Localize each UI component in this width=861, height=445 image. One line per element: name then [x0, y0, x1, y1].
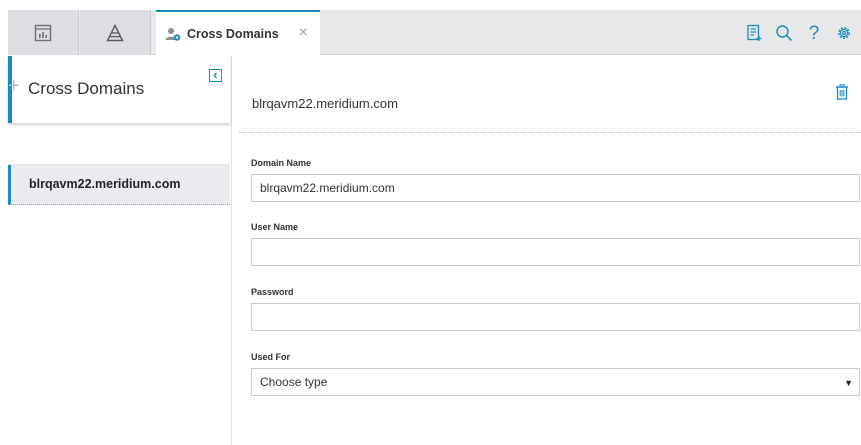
header-divider	[239, 132, 861, 133]
trash-icon	[836, 84, 848, 100]
add-domain-button[interactable]: +	[8, 76, 20, 96]
used-for-value: Choose type	[260, 375, 328, 389]
chevron-left-icon	[213, 72, 218, 79]
sidebar: Cross Domains	[8, 56, 232, 445]
domain-name-label: Domain Name	[251, 158, 312, 168]
tab-cross-domains[interactable]: Cross Domains ×	[156, 10, 320, 56]
new-record-icon	[747, 24, 762, 41]
dashboard-icon	[34, 24, 52, 41]
used-for-label: Used For	[251, 352, 291, 362]
record-panel: blrqavm22.meridium.com Domain Name User …	[232, 56, 861, 445]
list-item-label: blrqavm22.meridium.com	[29, 177, 181, 191]
password-label: Password	[251, 287, 294, 297]
help-button[interactable]: ?	[801, 20, 827, 46]
help-icon: ?	[808, 22, 820, 44]
top-actions: ?	[737, 20, 857, 46]
used-for-select[interactable]: Choose type ▼	[251, 368, 860, 396]
dropdown-arrow-icon: ▼	[844, 378, 853, 388]
search-icon	[776, 25, 793, 42]
collapse-sidebar-button[interactable]	[209, 69, 222, 82]
close-tab-icon[interactable]: ×	[299, 25, 308, 41]
tab-label: Cross Domains	[187, 27, 279, 41]
settings-button[interactable]	[831, 20, 857, 46]
search-button[interactable]	[771, 20, 797, 46]
user-name-input[interactable]	[251, 238, 860, 266]
cross-domains-icon	[165, 28, 181, 41]
sidebar-title: Cross Domains	[28, 79, 145, 98]
delete-button[interactable]	[835, 84, 849, 100]
password-input[interactable]	[251, 303, 860, 331]
sidebar-list: blrqavm22.meridium.com	[8, 165, 230, 205]
user-name-label: User Name	[251, 222, 299, 232]
tab-dashboard[interactable]	[8, 10, 79, 55]
list-item[interactable]: blrqavm22.meridium.com	[8, 165, 230, 205]
new-record-button[interactable]	[741, 20, 767, 46]
record-title: blrqavm22.meridium.com	[252, 96, 398, 111]
top-bar: Cross Domains × ?	[0, 0, 861, 56]
sidebar-header: Cross Domains	[8, 56, 230, 123]
gear-icon	[838, 27, 850, 39]
tab-pyramid[interactable]	[80, 10, 151, 55]
pyramid-icon	[106, 23, 124, 41]
domain-name-input[interactable]	[251, 174, 860, 202]
